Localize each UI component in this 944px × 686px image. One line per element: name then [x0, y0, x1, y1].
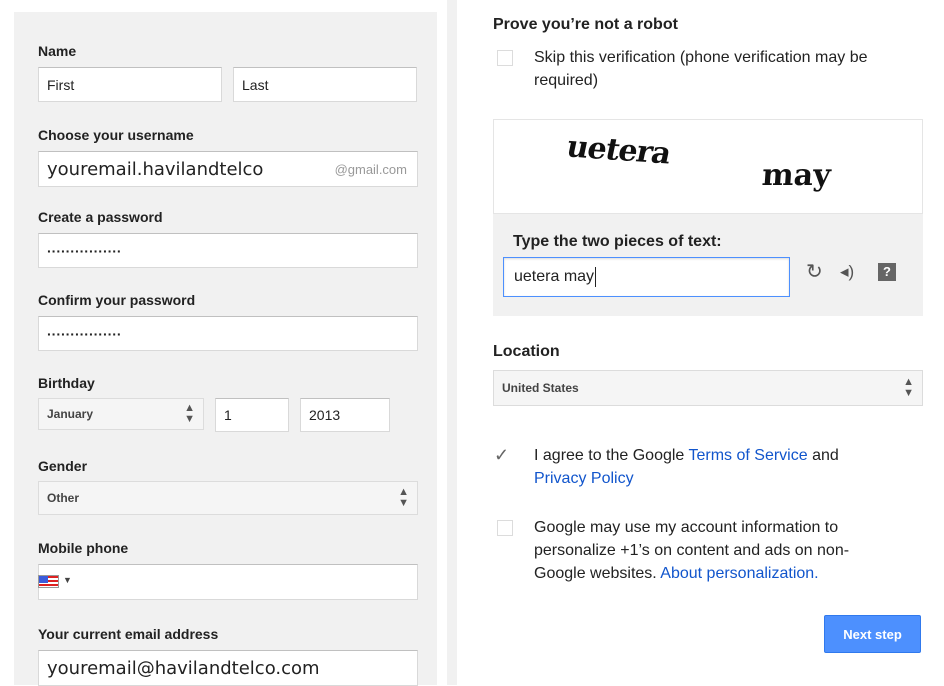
location-label: Location [493, 343, 560, 360]
current-email-label: Your current email address [38, 626, 219, 642]
us-flag-icon[interactable] [38, 575, 59, 588]
username-label: Choose your username [38, 127, 194, 143]
column-divider [447, 0, 457, 685]
chevron-down-icon[interactable]: ▼ [63, 575, 72, 585]
first-name-input[interactable]: First [38, 67, 222, 102]
gender-select[interactable]: Other ▲ ▼ [38, 481, 418, 515]
captcha-input-value: uetera may [514, 268, 595, 285]
robot-heading: Prove you’re not a robot [493, 16, 678, 33]
confirm-password-label: Confirm your password [38, 292, 196, 308]
birth-day-value: 1 [224, 407, 232, 423]
text-cursor [595, 267, 597, 287]
captcha-word-1: uetera [563, 129, 674, 172]
terms-checkbox-checked-icon[interactable]: ✓ [494, 445, 509, 466]
location-value: United States [502, 381, 579, 395]
updown-arrows-icon: ▲ ▼ [398, 486, 409, 509]
gender-value: Other [47, 491, 80, 505]
confirm-password-mask: ················ [47, 325, 122, 342]
username-input[interactable]: youremail.havilandtelco @gmail.com [38, 151, 418, 187]
birth-year-input[interactable]: 2013 [300, 398, 390, 432]
captcha-type-label: Type the two pieces of text: [513, 233, 722, 250]
birth-day-input[interactable]: 1 [215, 398, 289, 432]
password-input[interactable]: ················ [38, 233, 418, 268]
birth-month-select[interactable]: January ▲ ▼ [38, 398, 204, 430]
gmail-suffix: @gmail.com [334, 161, 407, 177]
refresh-icon[interactable]: ↻ [806, 262, 823, 282]
skip-verification-checkbox[interactable] [497, 50, 513, 66]
personalize-line1: Google may use my account information to [534, 519, 839, 536]
current-email-value: youremail@havilandtelco.com [47, 657, 320, 679]
help-icon[interactable]: ? [878, 263, 896, 281]
terms-text: I agree to the Google Terms of Service a… [534, 444, 839, 490]
birthday-label: Birthday [38, 375, 95, 391]
audio-icon[interactable]: ◂) [840, 263, 854, 280]
password-mask: ················ [47, 242, 122, 259]
mobile-phone-input[interactable] [38, 564, 418, 600]
last-name-input[interactable]: Last [233, 67, 417, 102]
last-name-placeholder: Last [242, 76, 269, 93]
personalize-line3: Google websites. [534, 565, 661, 582]
skip-text-line2: required) [534, 72, 599, 89]
privacy-policy-link[interactable]: Privacy Policy [534, 470, 634, 487]
updown-arrows-icon: ▲ ▼ [184, 402, 195, 425]
gender-label: Gender [38, 458, 88, 474]
captcha-word-2: may [760, 158, 832, 193]
about-personalization-link[interactable]: About personalization. [660, 565, 818, 582]
username-value: youremail.havilandtelco [47, 158, 264, 180]
birth-year-value: 2013 [309, 407, 341, 423]
terms-prefix: I agree to the Google [534, 447, 689, 464]
location-select[interactable]: United States ▲ ▼ [493, 370, 923, 406]
terms-of-service-link[interactable]: Terms of Service [688, 447, 807, 464]
first-name-placeholder: First [47, 76, 75, 93]
next-step-button[interactable]: Next step [824, 615, 921, 653]
skip-text-line1: Skip this verification (phone verificati… [534, 49, 868, 66]
terms-and: and [807, 447, 839, 464]
captcha-input[interactable]: uetera may [503, 257, 790, 297]
name-label: Name [38, 43, 77, 59]
birth-month-value: January [47, 407, 94, 421]
mobile-phone-label: Mobile phone [38, 540, 129, 556]
personalize-line2: personalize +1’s on content and ads on n… [534, 542, 850, 559]
password-label: Create a password [38, 209, 163, 225]
personalize-checkbox[interactable] [497, 520, 513, 536]
personalize-text: Google may use my account information to… [534, 516, 849, 585]
skip-verification-text: Skip this verification (phone verificati… [534, 46, 868, 92]
updown-arrows-icon: ▲ ▼ [903, 376, 914, 399]
current-email-input[interactable]: youremail@havilandtelco.com [38, 650, 418, 686]
confirm-password-input[interactable]: ················ [38, 316, 418, 351]
